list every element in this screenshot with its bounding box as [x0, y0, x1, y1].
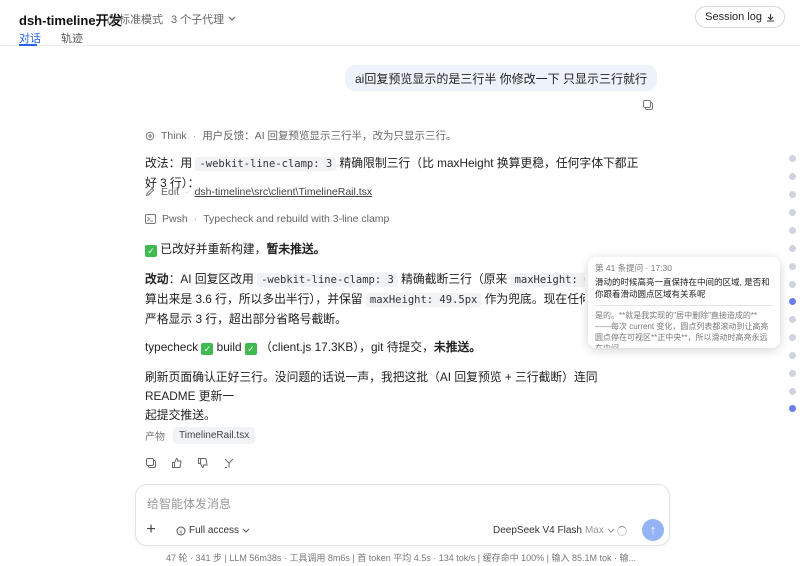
timeline-dot[interactable] [789, 263, 796, 270]
info-icon [176, 526, 186, 535]
artifact-chip[interactable]: TimelineRail.tsx [173, 427, 256, 444]
session-log-label: Session log [705, 11, 762, 23]
edit-file-link[interactable]: dsh-timeline\src\client\TimelineRail.tsx [195, 186, 373, 198]
inline-code: maxHeight: 60px [510, 273, 585, 287]
chevron-down-icon [228, 16, 236, 21]
artifact-row: 产物 TimelineRail.tsx [145, 427, 256, 444]
reply-text: 作为兜底。现在任何字号/ [484, 292, 585, 306]
chevron-down-icon [607, 528, 615, 533]
subagents-label: 3 个子代理 [171, 14, 225, 26]
tooltip-question: 滑动的时候高亮一直保持在中间的区域, 是否和你跟着滑动圆点区域有关系呢 [595, 277, 770, 299]
chevron-down-icon [242, 528, 250, 533]
fork-icon[interactable] [223, 457, 235, 469]
tooltip-divider [595, 305, 773, 306]
message-actions [145, 457, 235, 469]
status-line: ✓ 已改好并重新构建，暂未推送。 [145, 240, 650, 259]
add-attachment-button[interactable]: + [142, 521, 160, 539]
reply-text: typecheck [145, 340, 202, 354]
reply-emphasis: 未推送。 [433, 340, 482, 354]
model-tier: Max [584, 525, 604, 536]
reply-paragraph-4: 刷新页面确认正好三行。没问题的话说一声，我把这批（AI 回复预览 + 三行截断）… [145, 368, 650, 425]
composer: 给智能体发消息 + Full access DeepSeek V4 Flash … [135, 484, 670, 546]
timeline-dot-active[interactable] [789, 298, 796, 305]
change-label: 改动 [145, 272, 169, 286]
thumbs-up-icon[interactable] [171, 457, 183, 469]
reply-text: ：AI 回复区改用 [168, 272, 258, 286]
model-dropdown[interactable]: DeepSeek V4 Flash Max [493, 525, 615, 536]
message-input[interactable]: 给智能体发消息 [147, 495, 231, 512]
thumbs-down-icon[interactable] [197, 457, 209, 469]
mode-selector[interactable]: 标准模式 [106, 11, 163, 27]
separator-dot: · [193, 213, 198, 225]
separator-dot: · [192, 129, 197, 142]
think-icon [145, 131, 155, 140]
timeline-dot-current[interactable] [789, 405, 796, 412]
timeline-dot[interactable] [789, 227, 796, 234]
reply-text: 起提交推送。 [145, 408, 216, 422]
pwsh-text: Typecheck and rebuild with 3-line clamp [203, 213, 390, 225]
pwsh-step[interactable]: Pwsh · Typecheck and rebuild with 3-line… [145, 213, 389, 225]
timeline-dot[interactable] [789, 334, 796, 341]
timeline-rail [789, 0, 797, 566]
tooltip-meta: 第 41 条提问 · 17:30 [595, 263, 673, 273]
status-emphasis: 暂未推送。 [266, 242, 326, 256]
terminal-icon [145, 214, 156, 224]
timeline-dot[interactable] [789, 245, 796, 252]
timeline-preview-tooltip: 第 41 条提问 · 17:30 滑动的时候高亮一直保持在中间的区域, 是否和你… [588, 257, 780, 348]
reply-text: 改法：用 [145, 156, 196, 170]
pwsh-label: Pwsh [162, 213, 188, 225]
copy-icon[interactable] [642, 99, 654, 111]
timeline-dot[interactable] [789, 370, 796, 377]
timeline-dot[interactable] [789, 388, 796, 395]
reply-paragraph-2: 改动：AI 回复区改用 -webkit-line-clamp: 3 精确截断三行… [145, 270, 585, 329]
reply-text: （client.js 17.3KB），git 待提交， [256, 340, 434, 354]
check-icon: ✓ [244, 343, 257, 355]
reply-text: 精确截断三行（原来 [397, 272, 511, 286]
reply-text: 刷新页面确认正好三行。没问题的话说一声，我把这批（AI 回复预览 + 三行截断）… [145, 370, 598, 403]
think-label: Think [161, 129, 187, 142]
reply-text: build [213, 340, 245, 354]
top-bar: dsh-timeline开发 标准模式 3 个子代理 Session log 对… [0, 0, 800, 46]
active-tab-indicator [19, 44, 37, 46]
timeline-dot[interactable] [789, 209, 796, 216]
edit-step[interactable]: Edit · dsh-timeline\src\client\TimelineR… [145, 186, 372, 198]
timeline-dot[interactable] [789, 352, 796, 359]
send-button[interactable]: ↑ [642, 519, 664, 541]
tab-trajectory[interactable]: 轨迹 [61, 30, 83, 46]
access-dropdown[interactable]: Full access [176, 525, 250, 536]
loading-spinner-icon [617, 526, 627, 536]
tooltip-answer: 是的。**就是我实现的"居中删除"直接造成的**——每次 current 变化，… [595, 311, 769, 348]
session-log-button[interactable]: Session log [695, 6, 785, 28]
access-label: Full access [189, 525, 240, 536]
edit-label: Edit [161, 186, 180, 198]
separator-dot: · [185, 186, 189, 198]
reply-paragraph-3: typecheck ✓ build ✓ （client.js 17.3KB），g… [145, 338, 650, 357]
reply-text: 算出来是 3.6 行，所以多出半行），并保留 [145, 292, 366, 306]
subagents-dropdown[interactable]: 3 个子代理 [171, 11, 236, 27]
inline-code: -webkit-line-clamp: 3 [195, 157, 337, 171]
timeline-dot[interactable] [789, 173, 796, 180]
status-text: 已改好并重新构建， [160, 242, 267, 256]
timeline-dot[interactable] [789, 316, 796, 323]
check-icon: ✓ [145, 245, 157, 257]
timeline-dot[interactable] [789, 191, 796, 198]
artifact-label: 产物 [145, 432, 165, 443]
mode-icon [107, 14, 115, 24]
copy-icon[interactable] [145, 457, 157, 469]
status-bar: 47 轮 · 341 步 | LLM 56m38s · 工具调用 8m6s | … [166, 553, 637, 563]
reply-text: 严格显示 3 行，超出部分省略号截断。 [145, 312, 347, 326]
think-step[interactable]: Think · 用户反馈：AI 回复预览显示三行半，改为只显示三行。 [145, 128, 457, 143]
timeline-dot[interactable] [789, 155, 796, 162]
user-message-bubble: ai回复预览显示的是三行半 你修改一下 只显示三行就行 [344, 65, 657, 91]
timeline-dot[interactable] [789, 281, 796, 288]
inline-code: maxHeight: 49.5px [365, 293, 482, 307]
pencil-icon [145, 187, 155, 197]
mode-label: 标准模式 [119, 14, 163, 26]
model-label: DeepSeek V4 Flash [493, 525, 582, 536]
check-icon: ✓ [201, 343, 214, 355]
inline-code: -webkit-line-clamp: 3 [257, 273, 398, 287]
download-icon [767, 13, 774, 22]
think-text: 用户反馈：AI 回复预览显示三行半，改为只显示三行。 [202, 130, 457, 142]
